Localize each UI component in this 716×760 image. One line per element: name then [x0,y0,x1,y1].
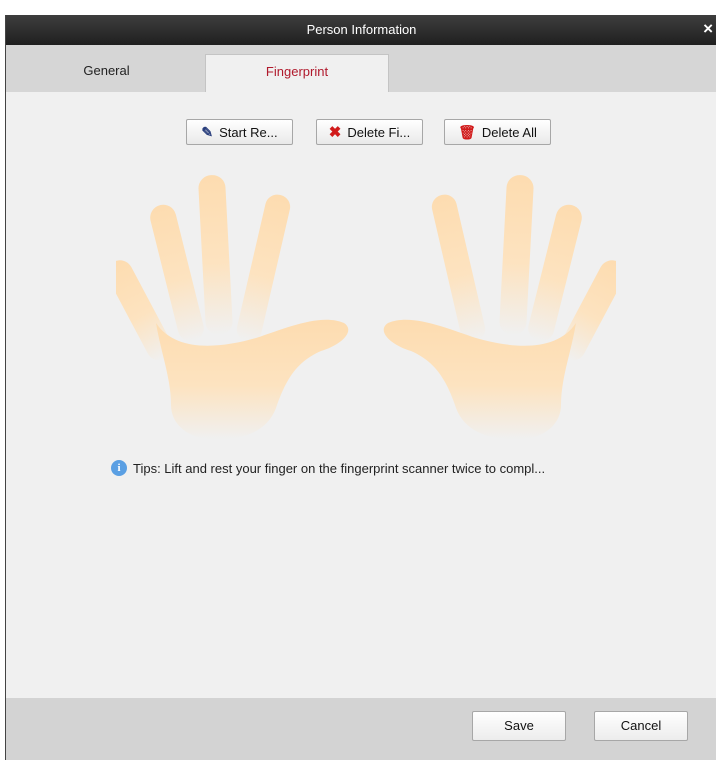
window-title: Person Information [306,22,417,37]
tip-text: Tips: Lift and rest your finger on the f… [133,460,546,476]
title-bar: Person Information × [6,15,716,45]
tips-row: i Tips: Lift and rest your finger on the… [111,458,545,478]
delete-all-label: Delete All [481,124,537,140]
delete-all-button[interactable]: 🗑 Delete All [444,119,551,145]
pencil-icon: ✎ [201,123,214,140]
cancel-button[interactable]: Cancel [594,711,688,741]
delete-fingerprint-button[interactable]: ✖ Delete Fi... [316,119,423,145]
person-information-dialog: Person Information × General Fingerprint… [5,15,716,760]
tab-bar: General Fingerprint [6,45,716,92]
trash-icon: 🗑 [458,123,476,140]
delete-fingerprint-label: Delete Fi... [347,124,411,140]
footer-bar: Save Cancel [6,698,716,760]
info-icon: i [111,460,127,476]
save-button[interactable]: Save [472,711,566,741]
left-hand [116,175,349,440]
start-record-button[interactable]: ✎ Start Re... [186,119,293,145]
close-icon[interactable]: × [703,19,713,39]
tab-fingerprint[interactable]: Fingerprint [205,54,389,92]
red-x-icon: ✖ [328,124,342,141]
tab-general[interactable]: General [9,54,204,92]
hands-illustration [116,175,616,440]
start-record-label: Start Re... [219,124,278,140]
right-hand [383,175,616,440]
